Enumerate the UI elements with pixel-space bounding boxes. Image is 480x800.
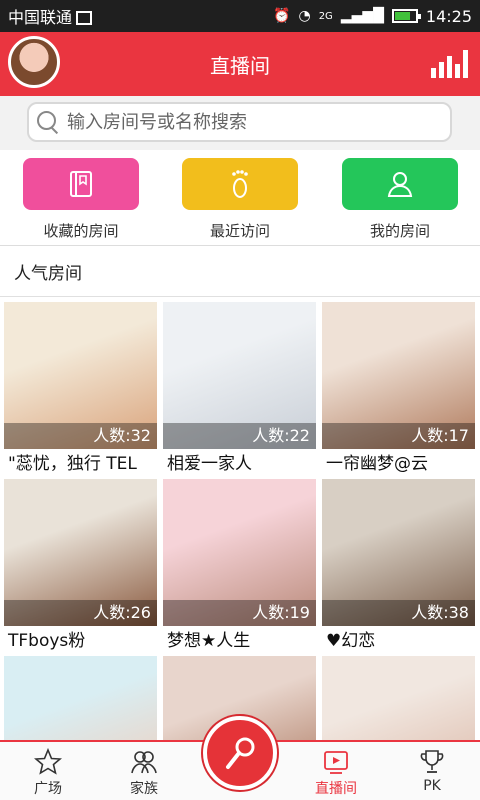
room-name: 相爱一家人: [167, 454, 252, 474]
shortcut-label: 最近访问: [209, 222, 270, 240]
viewer-count: 人数:38: [322, 600, 475, 626]
section-title: 人气房间: [0, 247, 480, 297]
go-live-mic-button[interactable]: [203, 716, 277, 790]
room-card[interactable]: 人数:17 一帘幽梦@云: [322, 302, 475, 479]
shortcut-label: 收藏的房间: [43, 222, 119, 240]
room-card[interactable]: 人数:22 相爱一家人: [163, 302, 316, 479]
person-icon: [387, 172, 413, 197]
tab-family[interactable]: 家族: [104, 748, 184, 798]
room-name: 梦想★人生: [167, 631, 251, 651]
shortcut-my-room-tile[interactable]: [342, 158, 458, 210]
clock: 14:25: [425, 6, 472, 26]
room-card[interactable]: 人数:32 "蕊忧，独行 TEL: [4, 302, 157, 479]
alarm-icon: ⏰: [273, 8, 291, 24]
room-name: "蕊忧，独行 TEL: [8, 454, 137, 474]
shortcut-label: 我的房间: [369, 222, 430, 240]
shortcut-my-room[interactable]: 我的房间: [342, 158, 458, 241]
ranking-bars-icon[interactable]: [431, 48, 468, 78]
tab-live-room[interactable]: 直播间: [296, 748, 376, 798]
tab-label: 直播间: [315, 781, 357, 797]
room-name: ♥幻恋: [326, 631, 376, 651]
viewer-count: 人数:32: [4, 423, 157, 449]
avatar[interactable]: [8, 36, 60, 88]
search-bar-area: [0, 96, 480, 150]
room-card[interactable]: [4, 656, 157, 740]
carrier-name: 中国联通: [8, 8, 73, 27]
room-thumbnail[interactable]: 人数:17: [322, 302, 475, 449]
room-card[interactable]: 人数:26 TFboys粉: [4, 479, 157, 656]
tab-label: 广场: [34, 781, 62, 797]
viewer-count: 人数:26: [4, 600, 157, 626]
bookmark-book-icon: [70, 171, 92, 197]
image-notification-icon: [76, 11, 93, 25]
status-bar: 中国联通 ⏰ ◔ 2G ▂▄▆█ 14:25: [0, 0, 480, 32]
tab-label: 家族: [130, 781, 158, 797]
room-card[interactable]: [322, 656, 475, 740]
search-box[interactable]: [27, 102, 452, 142]
shortcut-favorites-tile[interactable]: [23, 158, 139, 210]
room-name: TFboys粉: [8, 631, 86, 651]
room-thumbnail[interactable]: 人数:22: [163, 302, 316, 449]
tab-pk[interactable]: PK: [392, 748, 472, 794]
family-icon: [131, 751, 157, 774]
room-thumbnail[interactable]: 人数:26: [4, 479, 157, 626]
room-card[interactable]: 人数:38 ♥幻恋: [322, 479, 475, 656]
room-card[interactable]: 人数:19 梦想★人生: [163, 479, 316, 656]
room-thumbnail[interactable]: 人数:32: [4, 302, 157, 449]
shortcut-row: 收藏的房间 最近访问 我的房间: [0, 150, 480, 246]
search-icon: [37, 111, 59, 133]
microphone-icon: [226, 737, 255, 769]
shortcut-recent[interactable]: 最近访问: [182, 158, 298, 241]
signal-icon: ▂▄▆█: [340, 8, 384, 24]
viewer-count: 人数:17: [322, 423, 475, 449]
popular-rooms-grid: 人数:32 "蕊忧，独行 TEL 人数:22 相爱一家人 人数:17 一帘幽梦@…: [0, 298, 480, 740]
star-icon: [34, 748, 62, 775]
shortcut-favorites[interactable]: 收藏的房间: [23, 158, 139, 241]
viewer-count: 人数:19: [163, 600, 316, 626]
bottom-tab-bar: 广场 家族 直播间 PK: [0, 716, 480, 800]
room-thumbnail[interactable]: [4, 656, 157, 740]
live-room-icon: [324, 751, 348, 774]
page-title: 直播间: [210, 53, 270, 78]
wifi-icon: ◔: [298, 8, 311, 24]
room-thumbnail[interactable]: 人数:38: [322, 479, 475, 626]
room-thumbnail[interactable]: [322, 656, 475, 740]
footprint-icon: [232, 170, 248, 198]
tab-label: PK: [423, 778, 441, 794]
tab-square[interactable]: 广场: [8, 748, 88, 798]
network-type: 2G: [318, 10, 333, 22]
trophy-icon: [420, 750, 444, 773]
room-name: 一帘幽梦@云: [326, 454, 428, 474]
battery-icon: [391, 9, 421, 23]
search-input[interactable]: [67, 111, 427, 133]
viewer-count: 人数:22: [163, 423, 316, 449]
room-thumbnail[interactable]: 人数:19: [163, 479, 316, 626]
shortcut-recent-tile[interactable]: [182, 158, 298, 210]
app-header: 直播间: [0, 32, 480, 96]
